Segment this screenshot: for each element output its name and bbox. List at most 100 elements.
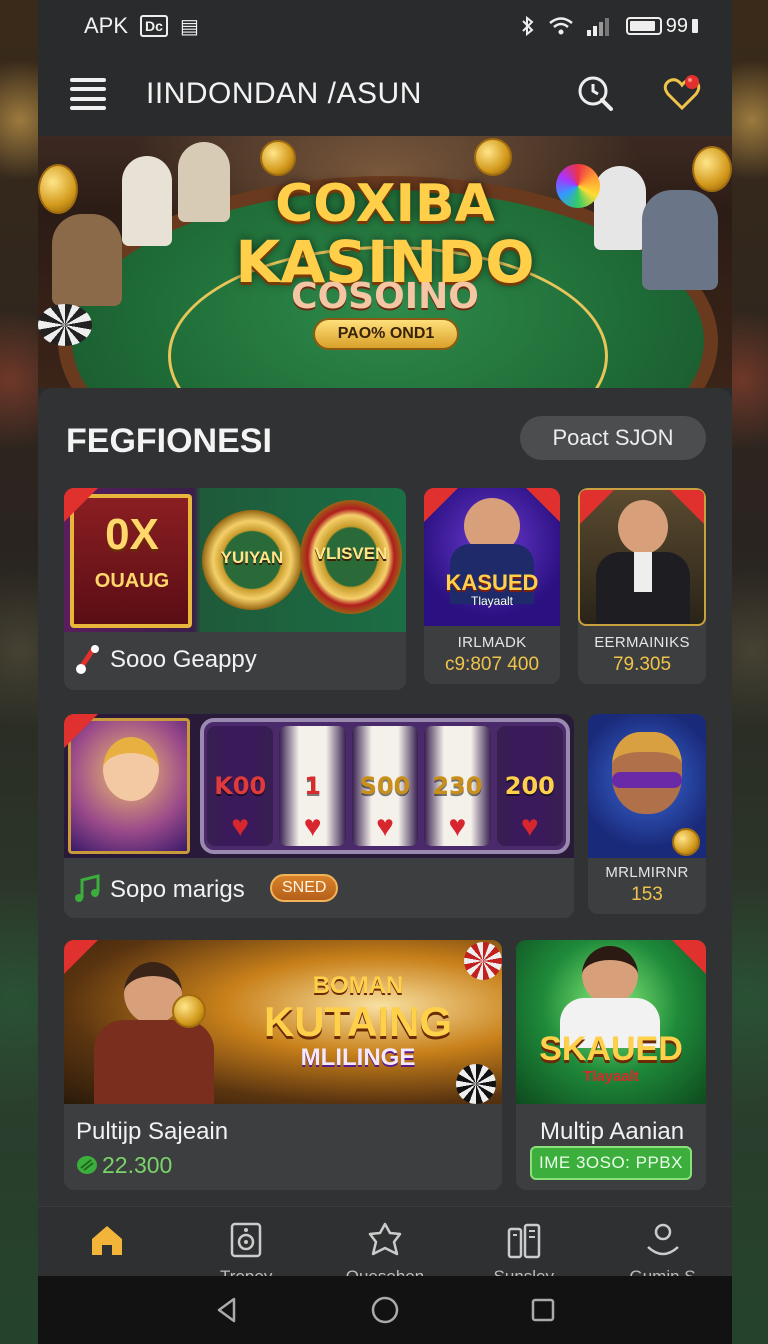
game-value: 153 <box>631 884 663 905</box>
game-card[interactable]: KASUED Tlayaalt IRLMADK c9:807 400 <box>424 488 560 684</box>
host-body <box>94 1020 214 1104</box>
art-text: VLISVEN <box>314 544 388 563</box>
game-name: MRLMIRNR <box>605 864 689 881</box>
reel-symbol-text: K00 <box>214 772 267 800</box>
card-title: Pultijp Sajeain <box>76 1118 229 1145</box>
game-card-featured[interactable]: 0X OUAUG YUIYAN VLISVEN Sooo Geappy <box>64 488 406 690</box>
nav-sunsley[interactable]: Sunsley <box>464 1221 584 1277</box>
section-title: FEGFIONESI <box>66 422 272 460</box>
card-artwork: K00 ♥ 1 ♥ S00 ♥ 230 ♥ 200 ♥ <box>64 714 574 858</box>
game-value: c9:807 400 <box>444 654 540 675</box>
home-circle-icon[interactable] <box>365 1290 405 1330</box>
nav-gumin[interactable]: Gumin S <box>603 1221 723 1277</box>
game-card[interactable]: MRLMIRNR 153 <box>588 714 706 914</box>
system-navigation-bar <box>38 1276 732 1344</box>
reel-symbol-text: 1 <box>304 772 321 800</box>
hot-tag <box>424 488 458 522</box>
app-title: IINDONDAN /ASUN <box>146 77 422 110</box>
recents-icon[interactable] <box>523 1290 563 1330</box>
reward-pill[interactable]: IME 3OSO: PPBX <box>530 1146 692 1180</box>
coins-icon <box>77 1156 97 1174</box>
app-header: IINDONDAN /ASUN <box>38 52 732 136</box>
hot-tag <box>64 940 98 974</box>
app-screen: APK Dc ▤ 99 IINDONDAN /ASUN COXIBA KASIN… <box>38 0 732 1344</box>
user-icon <box>646 1223 679 1256</box>
back-icon[interactable] <box>207 1290 247 1330</box>
game-card[interactable]: SKAUED Tlayaalt Multip Aanian IME 3OSO: … <box>516 940 706 1190</box>
card-artwork: KASUED Tlayaalt <box>424 488 560 626</box>
art-text: OUAUG <box>94 570 170 592</box>
hot-tag <box>580 490 614 524</box>
heart-symbol: ♥ <box>303 810 322 843</box>
card-artwork: 0X OUAUG YUIYAN VLISVEN <box>64 488 406 632</box>
coin-icon <box>672 828 700 856</box>
hero-title-line-1: COXIBA <box>275 174 495 234</box>
heart-symbol: ♥ <box>448 810 467 843</box>
hot-tag <box>526 488 560 522</box>
slot-reels: K00 ♥ 1 ♥ S00 ♥ 230 ♥ 200 ♥ <box>200 718 570 854</box>
card-title: Multip Aanian <box>540 1118 685 1145</box>
hot-tag <box>672 940 706 974</box>
host-face <box>618 500 668 554</box>
status-badge: SNED <box>270 874 339 902</box>
art-text: BOMAN <box>312 972 404 999</box>
slot-reel: S00 ♥ <box>351 726 419 846</box>
battery-text: 99 <box>665 14 688 37</box>
art-text: YUIYAN <box>220 548 284 567</box>
wifi-icon <box>548 17 573 35</box>
heart-icon[interactable] <box>662 74 702 114</box>
slot-reel: K00 ♥ <box>207 726 274 846</box>
game-card[interactable]: EERMAINIKS 79.305 <box>578 488 706 684</box>
slot-reel: 1 ♥ <box>279 726 346 846</box>
music-note-icon <box>75 874 100 902</box>
card-value: 22.300 <box>102 1152 173 1178</box>
hero-title-line-3: COSOINO <box>291 276 479 317</box>
art-text: MLILINGE <box>300 1044 416 1071</box>
sunglasses-icon <box>612 772 682 788</box>
battery-tip <box>692 19 698 33</box>
status-bar: APK Dc ▤ 99 <box>38 0 732 52</box>
game-card-wide[interactable]: BOMAN KUTAING MLILINGE Pultijp Sajeain 2… <box>64 940 502 1190</box>
carrier-label: APK <box>84 13 129 38</box>
thermometer-icon <box>76 645 99 674</box>
game-card-slots[interactable]: K00 ♥ 1 ♥ S00 ♥ 230 ♥ 200 ♥ Sopo marigs SNED <box>64 714 574 918</box>
battery-fill <box>629 21 655 31</box>
art-text: Tlayaalt <box>583 1068 639 1085</box>
game-name: EERMAINIKS <box>594 634 690 651</box>
card-title: Sooo Geappy <box>110 646 257 673</box>
coin-icon <box>260 140 296 176</box>
hot-tag <box>64 488 98 522</box>
card-title: Sopo marigs <box>110 876 245 903</box>
host-face <box>582 946 638 1004</box>
nav-home[interactable] <box>47 1221 167 1277</box>
heart-symbol: ♥ <box>376 810 394 843</box>
bluetooth-icon <box>522 15 534 37</box>
hot-tag <box>64 714 98 748</box>
card-artwork <box>588 714 706 858</box>
nav-tropey[interactable]: Tropey <box>186 1221 306 1277</box>
coin-icon <box>172 994 206 1028</box>
devices-icon <box>507 1223 541 1259</box>
chip-icon <box>464 942 502 980</box>
nav-ouesehen[interactable]: Ouesehen <box>325 1221 445 1277</box>
signal-icon <box>586 18 609 36</box>
game-value: 79.305 <box>612 654 672 675</box>
art-text: KUTAING <box>263 998 453 1045</box>
menu-icon[interactable] <box>70 78 106 110</box>
hero-banner[interactable]: COXIBA KASINDO COSOINO PAO% OND1 <box>38 136 732 388</box>
games-section: FEGFIONESI Poact SJON 0X OUAUG YUIYAN VL… <box>38 388 732 1206</box>
heart-symbol: ♥ <box>520 810 539 843</box>
star-icon <box>368 1222 402 1256</box>
speaker-icon <box>230 1222 262 1258</box>
chip-icon <box>456 1064 496 1104</box>
card-artwork: BOMAN KUTAING MLILINGE <box>64 940 502 1104</box>
hero-cta-button[interactable]: PAO% OND1 <box>313 318 459 350</box>
reel-symbol-text: 200 <box>504 772 555 800</box>
card-artwork <box>578 488 706 626</box>
slot-reel: 200 ♥ <box>496 726 564 846</box>
bottom-navigation: Tropey Ouesehen Sunsley Gumin S <box>38 1206 732 1277</box>
section-action-button[interactable]: Poact SJON <box>520 416 706 460</box>
search-clock-icon[interactable] <box>576 74 616 114</box>
character-face <box>103 737 159 801</box>
battery-icon <box>625 17 662 35</box>
